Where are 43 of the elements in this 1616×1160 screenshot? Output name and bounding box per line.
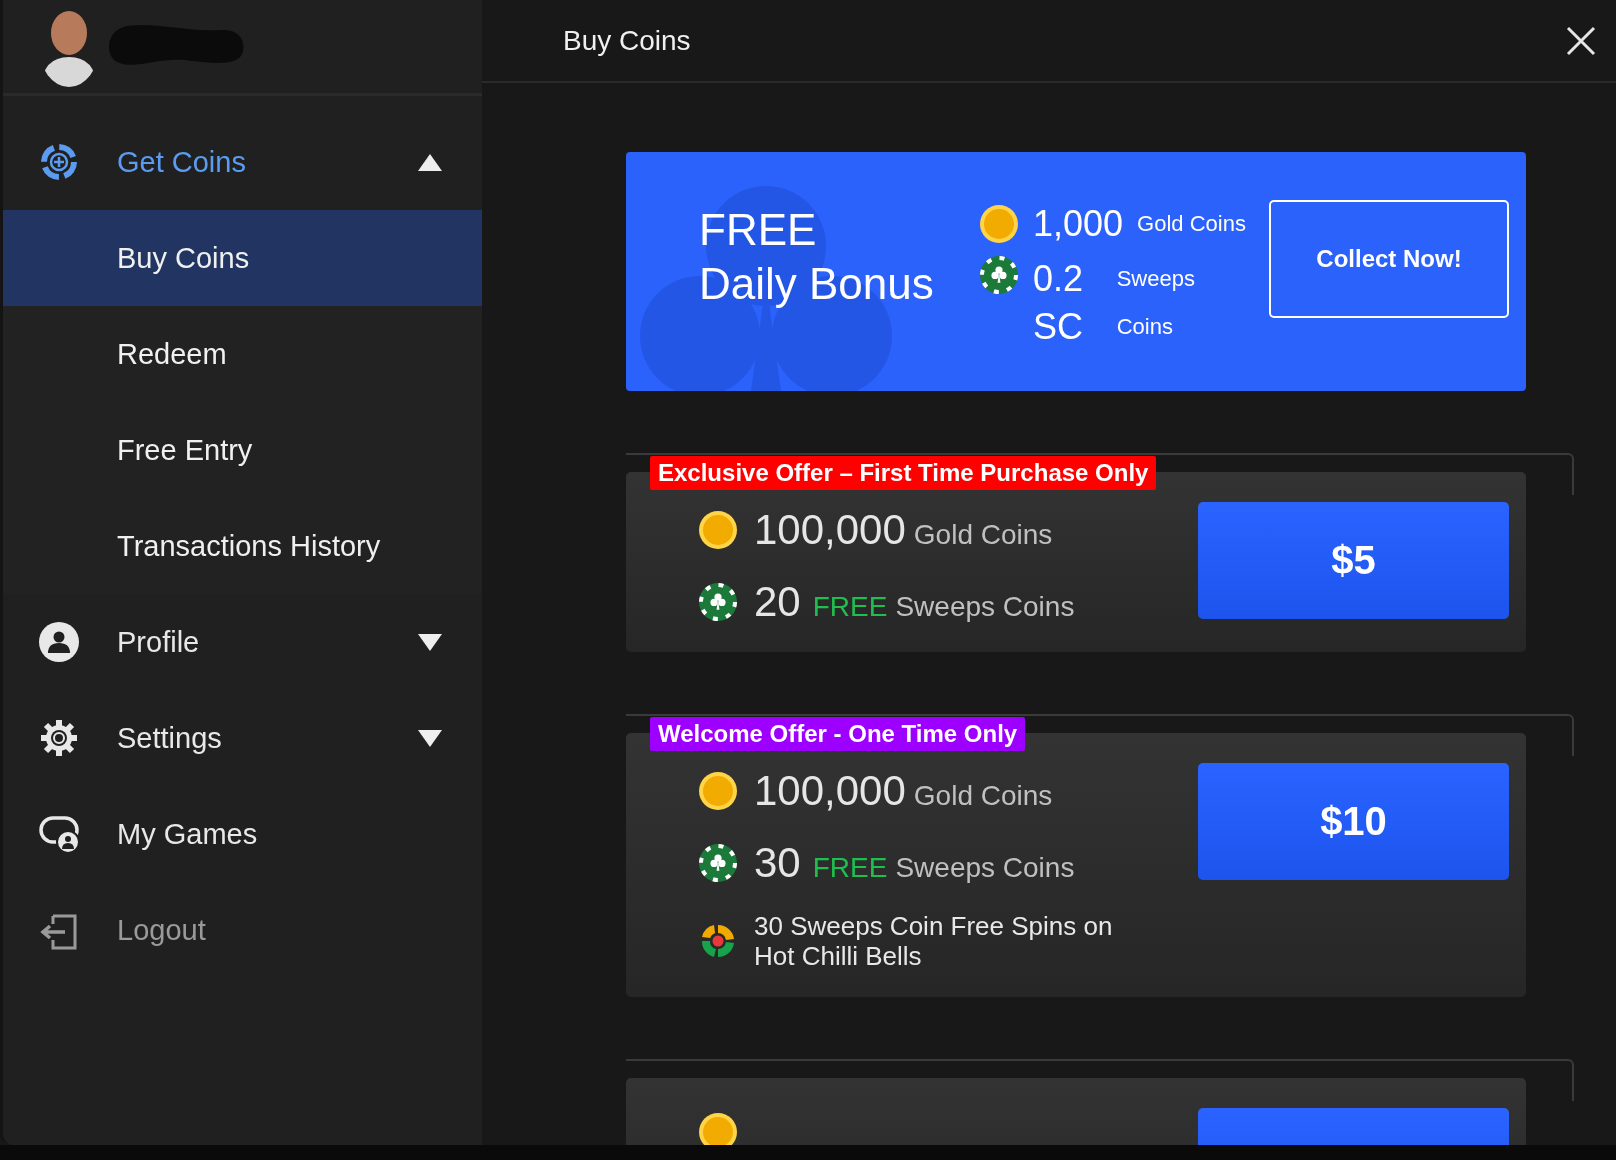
target-plus-icon bbox=[39, 142, 79, 182]
games-user-icon bbox=[39, 814, 79, 854]
user-icon bbox=[39, 622, 79, 662]
coin-label: Gold Coins bbox=[1137, 210, 1246, 237]
menu-item[interactable]: Profile bbox=[3, 594, 482, 690]
coin-icon bbox=[698, 510, 738, 550]
menu-item[interactable]: Logout bbox=[3, 882, 482, 978]
price-button[interactable]: $5 bbox=[1198, 502, 1509, 619]
menu-item[interactable]: My Games bbox=[3, 786, 482, 882]
sweeps-chip-icon bbox=[979, 254, 1019, 295]
free-label: FREE bbox=[812, 852, 888, 884]
reward-text: 30 Sweeps Coin Free Spins on Hot Chilli Bells bbox=[754, 911, 1114, 971]
menu-item[interactable]: Get Coins bbox=[3, 114, 482, 210]
coin-label: Gold Coins bbox=[913, 519, 1053, 551]
bonus-title: FREE bbox=[699, 203, 818, 256]
close-icon[interactable] bbox=[1566, 25, 1596, 56]
submenu-item[interactable]: Transactions History bbox=[3, 498, 482, 594]
free-label: FREE bbox=[812, 591, 888, 623]
coin-amount: 20 bbox=[754, 578, 801, 626]
submenu-item[interactable]: Buy Coins bbox=[3, 210, 482, 306]
coin-amount: 30 bbox=[754, 839, 801, 887]
bonus-title: Daily Bonus bbox=[699, 257, 935, 310]
coin-icon bbox=[698, 771, 738, 811]
sweeps-chip-icon bbox=[698, 843, 738, 883]
gear-icon bbox=[39, 718, 79, 758]
menu-item[interactable]: Settings bbox=[3, 690, 482, 786]
submenu-item[interactable]: Free Entry bbox=[3, 402, 482, 498]
coin-amount: 1,000 bbox=[1033, 202, 1124, 245]
coin-amount: 100,000 bbox=[754, 506, 906, 554]
offer-tag: Welcome Offer - One Time Only bbox=[650, 717, 1026, 751]
offer-tag: Exclusive Offer – First Time Purchase Only bbox=[650, 456, 1157, 490]
page-title: Buy Coins bbox=[563, 24, 691, 57]
coin-label: Sweeps Coins bbox=[1116, 264, 1196, 341]
sweeps-chip-icon bbox=[698, 582, 738, 622]
collect-button[interactable]: Collect Now! bbox=[1269, 199, 1509, 318]
coin-icon bbox=[979, 203, 1019, 244]
coin-label: Sweeps Coins bbox=[895, 852, 1075, 884]
coin-label: Sweeps Coins bbox=[895, 591, 1075, 623]
submenu-item[interactable]: Redeem bbox=[3, 306, 482, 402]
coin-label: Gold Coins bbox=[913, 780, 1053, 812]
coin-amount: 0.2 SC bbox=[1033, 256, 1085, 349]
coin-amount: 100,000 bbox=[754, 767, 906, 815]
price-button[interactable]: $10 bbox=[1198, 763, 1509, 880]
